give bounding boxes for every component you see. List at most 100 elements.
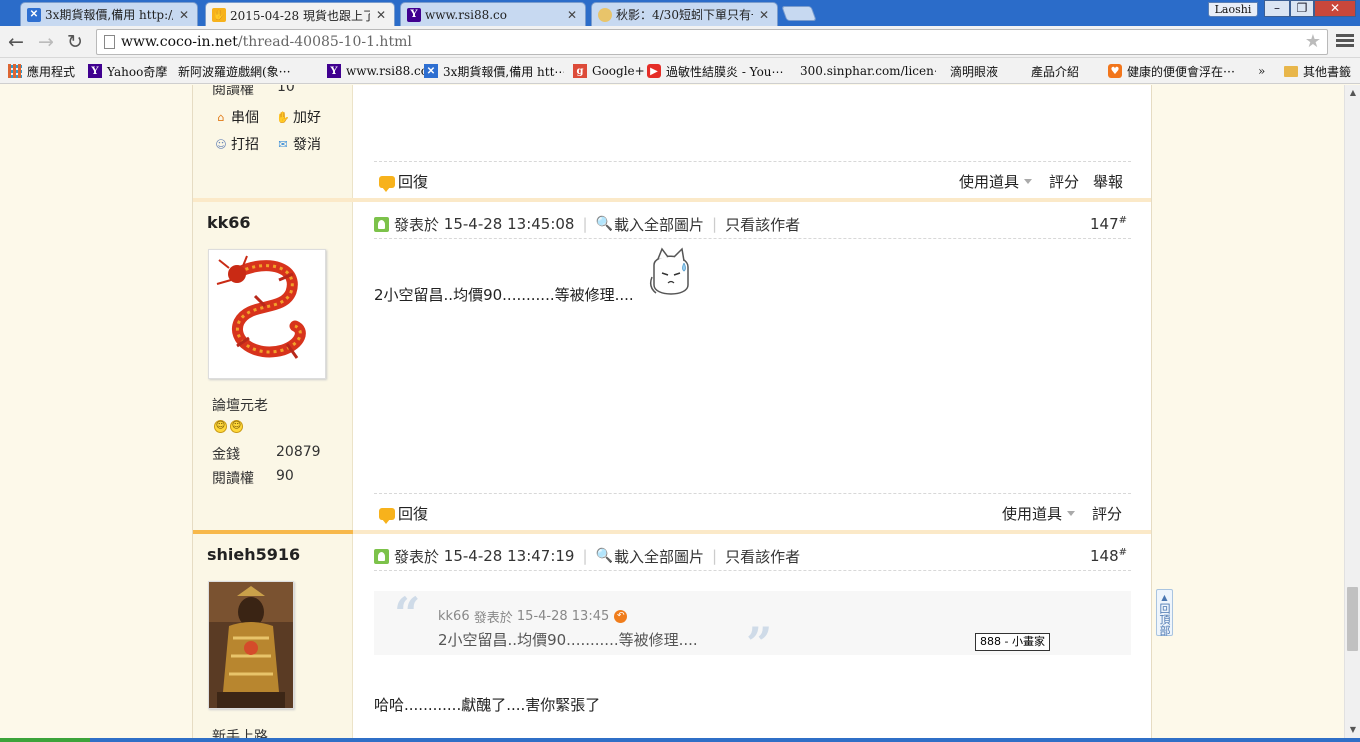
other-bookmarks[interactable]: 其他書籤 xyxy=(1284,62,1351,80)
scroll-up-arrow-icon[interactable]: ▲ xyxy=(1345,85,1360,101)
bookmark-products[interactable]: 產品介紹 xyxy=(1031,62,1079,80)
reload-button[interactable]: ↻ xyxy=(63,30,87,54)
floor-value: 147 xyxy=(1090,215,1119,233)
rate-button[interactable]: 評分 xyxy=(1092,503,1122,524)
load-images-link[interactable]: 載入全部圖片 xyxy=(614,214,704,235)
bookmark-label: 新阿波羅遊戲網(象⋯ xyxy=(178,64,291,79)
scrollbar-thumb[interactable] xyxy=(1347,587,1358,651)
bookmark-3x[interactable]: ✕ 3x期貨報價,備用 htt⋯ xyxy=(424,62,564,80)
browser-toolbar: ← → ↻ www.coco-in.net/thread-40085-10-1.… xyxy=(0,26,1360,58)
floor-number[interactable]: 148# xyxy=(1090,547,1127,565)
bookmark-label: 過敏性結膜炎 - You⋯ xyxy=(666,64,784,79)
bookmark-apps[interactable]: 應用程式 xyxy=(8,62,75,80)
user-rank: 論壇元老 xyxy=(212,398,268,414)
back-button[interactable]: ← xyxy=(4,30,28,54)
avatar[interactable] xyxy=(208,581,294,709)
rate-button[interactable]: 評分 xyxy=(1049,171,1079,192)
tab-title: 秋影：4/30短蚓下單只有一 xyxy=(616,8,753,22)
use-tools-menu[interactable]: 使用道具 xyxy=(1002,503,1076,524)
forward-button[interactable]: → xyxy=(34,30,58,54)
quote-text: 2小空留昌..均價90...........等被修理.... xyxy=(438,631,698,649)
scroll-down-arrow-icon[interactable]: ▼ xyxy=(1345,722,1360,738)
send-message-button[interactable]: ✉ 發消 xyxy=(276,134,321,154)
tab-qiuying[interactable]: 秋影：4/30短蚓下單只有一 ✕ xyxy=(591,2,778,26)
vertical-scrollbar[interactable]: ▲ ▼ xyxy=(1344,85,1360,738)
tab-rsi88[interactable]: Y www.rsi88.co ✕ xyxy=(400,2,586,26)
x-icon: ✕ xyxy=(27,7,41,22)
go-to-post-icon[interactable]: ↶ xyxy=(614,610,628,623)
floor-mark: # xyxy=(1118,547,1128,558)
close-icon[interactable]: ✕ xyxy=(757,8,771,22)
handshake-icon: ✋ xyxy=(212,8,226,22)
avatar[interactable] xyxy=(208,249,326,379)
bookmark-sinphar[interactable]: 300.sinphar.com/licen⋯ xyxy=(800,62,936,80)
bookmark-label: 滴明眼液 xyxy=(950,64,999,79)
smiley-icon: ☺ xyxy=(230,420,243,433)
bookmark-health[interactable]: ♥ 健康的便便會浮在⋯ xyxy=(1108,62,1244,80)
chevron-down-icon xyxy=(1067,511,1076,516)
bookmarks-bar: 應用程式 Y Yahoo奇摩 新阿波羅遊戲網(象⋯ Ywww.rsi88.co ✕… xyxy=(0,58,1360,84)
action-label: 打招 xyxy=(231,137,259,153)
post-author[interactable]: shieh5916 xyxy=(207,545,300,564)
divider-line xyxy=(374,493,1131,494)
start-button[interactable] xyxy=(0,738,90,742)
use-tools-menu[interactable]: 使用道具 xyxy=(959,171,1033,192)
tab-title: www.rsi88.co xyxy=(425,7,507,22)
bookmarks-overflow-button[interactable]: » xyxy=(1258,62,1265,80)
youtube-icon: ▶ xyxy=(647,64,661,78)
page-icon xyxy=(104,35,115,49)
bookmark-apollo[interactable]: 新阿波羅遊戲網(象⋯ xyxy=(178,62,314,80)
close-icon[interactable]: ✕ xyxy=(177,8,191,22)
profile-button[interactable]: Laoshi xyxy=(1208,2,1258,17)
tab-title: 2015-04-28 現貨也跟上了 xyxy=(230,8,370,23)
window-close-button[interactable]: ✕ xyxy=(1314,0,1356,17)
taskbar-tooltip: 888 - 小畫家 xyxy=(975,633,1050,651)
action-label: 串個 xyxy=(231,110,259,126)
maximize-button[interactable]: ❐ xyxy=(1290,0,1314,17)
bookmark-youtube[interactable]: ▶ 過敏性結膜炎 - You⋯ xyxy=(647,62,787,80)
bookmark-label: 300.sinphar.com/licen⋯ xyxy=(800,64,936,78)
separator: | xyxy=(712,547,718,565)
shield-icon: ♥ xyxy=(1108,64,1122,78)
deity-avatar-image xyxy=(209,582,293,708)
minimize-button[interactable]: – xyxy=(1264,0,1290,17)
floor-number[interactable]: 147# xyxy=(1090,215,1127,233)
bookmark-star-icon[interactable]: ★ xyxy=(1305,30,1321,54)
bookmark-yahoo[interactable]: Y Yahoo奇摩 xyxy=(88,62,167,80)
back-to-top-button[interactable]: ▲ 回頂部 xyxy=(1156,589,1173,636)
money-value: 20879 xyxy=(276,444,321,460)
posted-label: 發表於 xyxy=(394,215,440,234)
post-divider xyxy=(193,530,1151,534)
bookmark-gplus[interactable]: g Google+ xyxy=(573,62,645,80)
only-author-link[interactable]: 只看該作者 xyxy=(725,546,800,567)
chrome-menu-icon[interactable] xyxy=(1336,32,1354,52)
subscribe-button[interactable]: ⌂ 串個 xyxy=(214,107,260,127)
divider-line xyxy=(374,570,1131,571)
user-online-icon xyxy=(374,216,389,232)
close-icon[interactable]: ✕ xyxy=(374,8,388,22)
tab-current-thread[interactable]: ✋ 2015-04-28 現貨也跟上了 ✕ xyxy=(205,2,395,27)
reply-button[interactable]: 回復 xyxy=(379,503,428,524)
dragon-avatar-image xyxy=(209,250,325,378)
post-author[interactable]: kk66 xyxy=(207,213,251,232)
bookmark-eyedrops[interactable]: 滴明眼液 xyxy=(950,62,998,80)
address-bar[interactable]: www.coco-in.net/thread-40085-10-1.html ★ xyxy=(96,29,1328,55)
url-host: www.coco-in.net xyxy=(121,34,238,50)
tab-3x-futures[interactable]: ✕ 3x期貨報價,備用 http://www. ✕ xyxy=(20,2,198,26)
reply-button[interactable]: 回復 xyxy=(379,171,428,192)
close-icon[interactable]: ✕ xyxy=(565,8,579,22)
separator: | xyxy=(712,215,718,233)
open-quote-icon: “ xyxy=(394,587,421,641)
only-author-link[interactable]: 只看該作者 xyxy=(725,214,800,235)
bookmark-label: 產品介紹 xyxy=(1031,64,1080,79)
add-friend-button[interactable]: ✋ 加好 xyxy=(276,107,321,127)
google-plus-icon: g xyxy=(573,64,587,78)
load-images-link[interactable]: 載入全部圖片 xyxy=(614,546,704,567)
separator: | xyxy=(582,547,588,565)
greet-button[interactable]: ☺ 打招 xyxy=(214,134,259,154)
report-button[interactable]: 舉報 xyxy=(1093,171,1123,192)
new-tab-button[interactable] xyxy=(781,6,817,21)
page-content: 閱讀權 10 ⌂ 串個 ✋ 加好 ☺ 打招 ✉ 發消 回復 使用道具 評分 舉報 kk6… xyxy=(0,85,1344,738)
post-time: 15-4-28 13:47:19 xyxy=(443,547,575,565)
bookmark-rsi88[interactable]: Ywww.rsi88.co xyxy=(327,62,428,80)
